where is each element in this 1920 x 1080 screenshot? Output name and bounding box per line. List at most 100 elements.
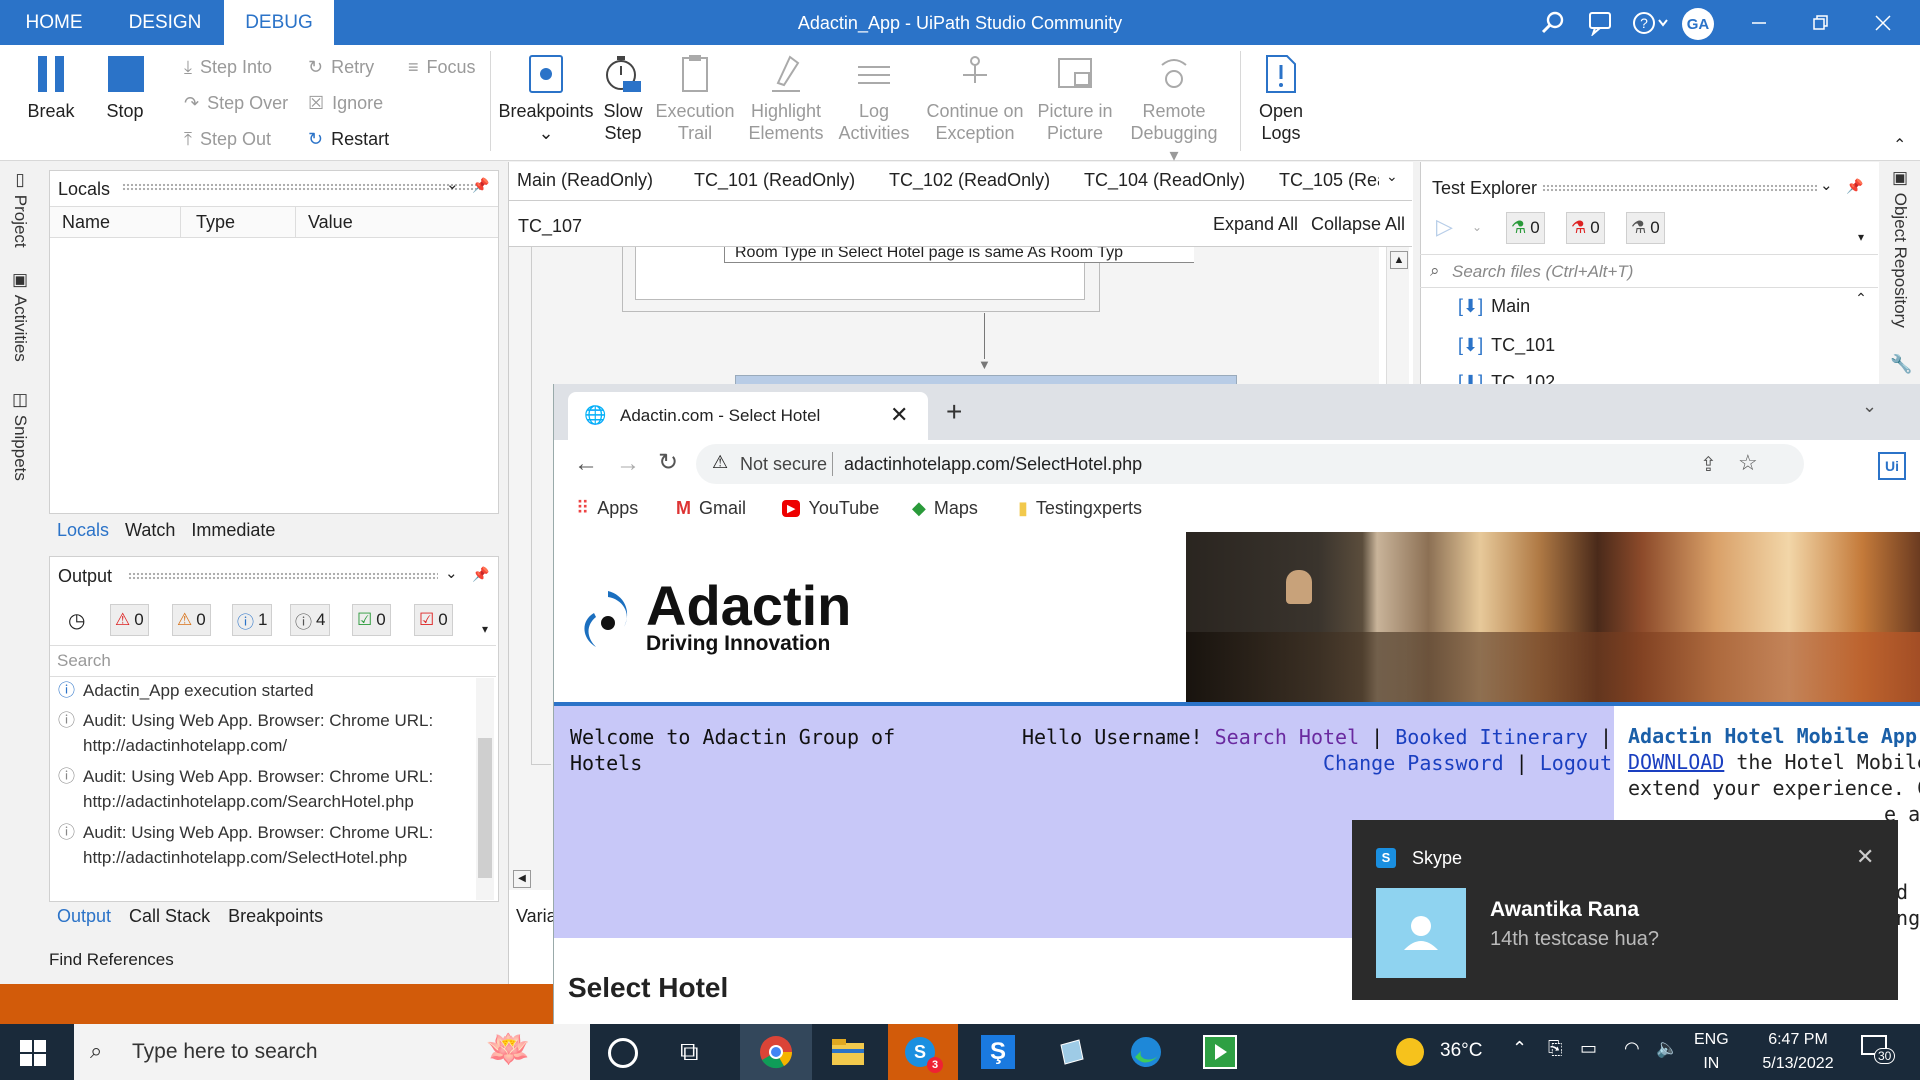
drag-handle[interactable] (122, 183, 482, 191)
log-activities-button[interactable]: Log Activities (832, 53, 916, 144)
uipath-studio-icon[interactable]: Ş (978, 1032, 1018, 1072)
tab-output[interactable]: Output (57, 906, 111, 927)
media-player-icon[interactable] (1200, 1032, 1240, 1072)
failed-tests-filter[interactable]: ⚗ 0 (1566, 212, 1605, 244)
test-item-tc101[interactable]: [⬇] TC_101 (1458, 335, 1555, 356)
chrome-icon[interactable] (756, 1032, 796, 1072)
sidebar-tab-snippets[interactable]: ◫ Snippets (10, 390, 30, 481)
bookmark-maps[interactable]: ◆ Maps (912, 498, 978, 519)
search-icon[interactable] (1538, 8, 1568, 38)
chevron-down-icon[interactable]: ▾ (482, 622, 488, 636)
lotus-doodle-icon[interactable]: 🪷 (486, 1028, 531, 1070)
avatar[interactable]: GA (1682, 8, 1714, 40)
column-type[interactable]: Type (196, 212, 235, 233)
volume-icon[interactable]: 🔈 (1656, 1038, 1678, 1059)
test-search[interactable]: ⌕ Search files (Ctrl+Alt+T) (1420, 254, 1878, 288)
new-tab-icon[interactable]: + (946, 396, 962, 428)
stop-button[interactable]: Stop (92, 53, 158, 122)
retry-button[interactable]: ↻ Retry (308, 54, 389, 80)
uipath-extension-icon[interactable]: Ui (1878, 452, 1906, 480)
search-hotel-link[interactable]: Search Hotel (1215, 725, 1360, 749)
search-input[interactable]: Search (57, 651, 111, 671)
output-search[interactable]: Search (50, 645, 496, 677)
battery-icon[interactable]: ▭ (1580, 1038, 1597, 1059)
tab-tc101[interactable]: TC_101 (ReadOnly) (694, 170, 855, 191)
close-tab-icon[interactable]: ✕ (890, 402, 908, 428)
test-item-main[interactable]: [⬇] Main (1458, 296, 1530, 317)
chevron-down-icon[interactable]: ⌄ (1472, 220, 1482, 234)
open-logs-button[interactable]: Open Logs (1252, 53, 1310, 144)
task-view-icon[interactable]: ⧉ (680, 1036, 699, 1068)
log-row[interactable]: ⓘ Audit: Using Web App. Browser: Chrome U… (58, 820, 468, 870)
language-indicator[interactable]: ENG IN (1694, 1028, 1729, 1076)
column-name[interactable]: Name (62, 212, 110, 233)
bookmark-youtube[interactable]: ▶ YouTube (782, 498, 879, 519)
scroll-up-icon[interactable]: ⌃ (1848, 290, 1874, 307)
tab-tc105[interactable]: TC_105 (Read (1279, 170, 1379, 191)
step-over-button[interactable]: ↷ Step Over (184, 90, 288, 116)
cortana-icon[interactable] (608, 1038, 638, 1068)
clock[interactable]: 6:47 PM 5/13/2022 (1746, 1028, 1850, 1076)
restart-button[interactable]: ↻ Restart (308, 126, 389, 152)
tab-main[interactable]: Main (ReadOnly) (517, 170, 653, 191)
sidebar-tab-project[interactable]: ▯ Project (10, 170, 30, 248)
edge-icon[interactable] (1126, 1032, 1166, 1072)
star-icon[interactable]: ☆ (1738, 450, 1758, 476)
browser-tab[interactable]: 🌐 Adactin.com - Select Hotel ✕ (568, 392, 928, 440)
highlight-elements-button[interactable]: Highlight Elements (744, 53, 828, 144)
tab-immediate[interactable]: Immediate (191, 520, 275, 541)
not-secure-label[interactable]: Not secure (740, 454, 827, 475)
column-value[interactable]: Value (308, 212, 353, 233)
bookmark-testingxperts[interactable]: ▮ Testingxperts (1018, 498, 1142, 519)
activity-card[interactable]: Room Type in Select Hotel page is same A… (635, 247, 1194, 300)
output-scrollbar[interactable] (476, 678, 494, 900)
help-icon[interactable]: ? (1630, 8, 1670, 38)
weather-sun-icon[interactable] (1396, 1038, 1424, 1066)
filter-errors[interactable]: ⚠ 0 (110, 604, 149, 636)
taskbar-search[interactable]: ⌕ Type here to search 🪷 (74, 1024, 590, 1080)
continue-on-exception-button[interactable]: Continue on Exception (922, 53, 1028, 144)
passed-tests-filter[interactable]: ⚗ 0 (1506, 212, 1545, 244)
feedback-icon[interactable] (1585, 8, 1615, 38)
scrollbar-thumb[interactable] (478, 738, 492, 878)
tab-locals[interactable]: Locals (57, 520, 109, 541)
ignore-button[interactable]: ☒ Ignore (308, 90, 389, 116)
search-input[interactable]: Search files (Ctrl+Alt+T) (1452, 262, 1633, 282)
pin-icon[interactable]: 📌 (1846, 178, 1863, 195)
filter-trace[interactable]: ⓘ 4 (290, 604, 331, 636)
file-explorer-icon[interactable] (828, 1032, 868, 1072)
log-row[interactable]: ⓘ Audit: Using Web App. Browser: Chrome U… (58, 764, 468, 814)
break-button[interactable]: Break (18, 53, 84, 122)
pin-icon[interactable]: 📌 (472, 566, 489, 583)
adactin-logo[interactable]: Adactin Driving Innovation (574, 578, 851, 656)
breadcrumb[interactable]: TC_107 (518, 216, 582, 237)
not-run-tests-filter[interactable]: ⚗ 0 (1626, 212, 1665, 244)
h-scrollbar[interactable]: ◀ (509, 868, 553, 890)
chevron-up-icon[interactable]: ⌃ (1512, 1038, 1527, 1059)
filter-success[interactable]: ☑ 0 (352, 604, 391, 636)
back-icon[interactable]: ← (574, 450, 598, 478)
tab-design[interactable]: DESIGN (108, 0, 222, 45)
download-link[interactable]: DOWNLOAD (1628, 750, 1724, 774)
bookmark-apps[interactable]: ⠿ Apps (576, 498, 638, 519)
focus-button[interactable]: ≡ Focus (408, 54, 476, 80)
chevron-down-icon[interactable]: ⌄ (1820, 176, 1833, 194)
execution-trail-button[interactable]: Execution Trail (652, 53, 738, 144)
test-scrollbar[interactable]: ⌃ (1848, 290, 1874, 384)
wrench-icon[interactable]: 🔧 (1890, 354, 1912, 375)
filter-fail[interactable]: ☑ 0 (414, 604, 453, 636)
slow-step-button[interactable]: Slow Step (598, 53, 648, 144)
chevron-down-icon[interactable]: ⌄ (446, 175, 459, 193)
breakpoints-button[interactable]: Breakpoints ⌄ (497, 53, 595, 144)
windows-start-icon[interactable] (20, 1040, 46, 1071)
skype-notification[interactable]: S Skype ✕ Awantika Rana 14th testcase hu… (1352, 820, 1898, 1000)
pin-icon[interactable]: 📌 (472, 177, 489, 194)
change-password-link[interactable]: Change Password (1323, 751, 1504, 775)
test-item-tc102[interactable]: [⬇] TC_102 (1458, 372, 1555, 384)
close-icon[interactable]: ✕ (1856, 844, 1874, 870)
find-references-tab[interactable]: Find References (49, 950, 174, 970)
sidebar-tab-object-repository[interactable]: ▣ Object Repository (1890, 168, 1910, 328)
picture-in-picture-button[interactable]: Picture in Picture (1032, 53, 1118, 144)
clock-icon[interactable]: ◷ (68, 608, 85, 633)
search-input[interactable]: Type here to search (132, 1040, 318, 1064)
